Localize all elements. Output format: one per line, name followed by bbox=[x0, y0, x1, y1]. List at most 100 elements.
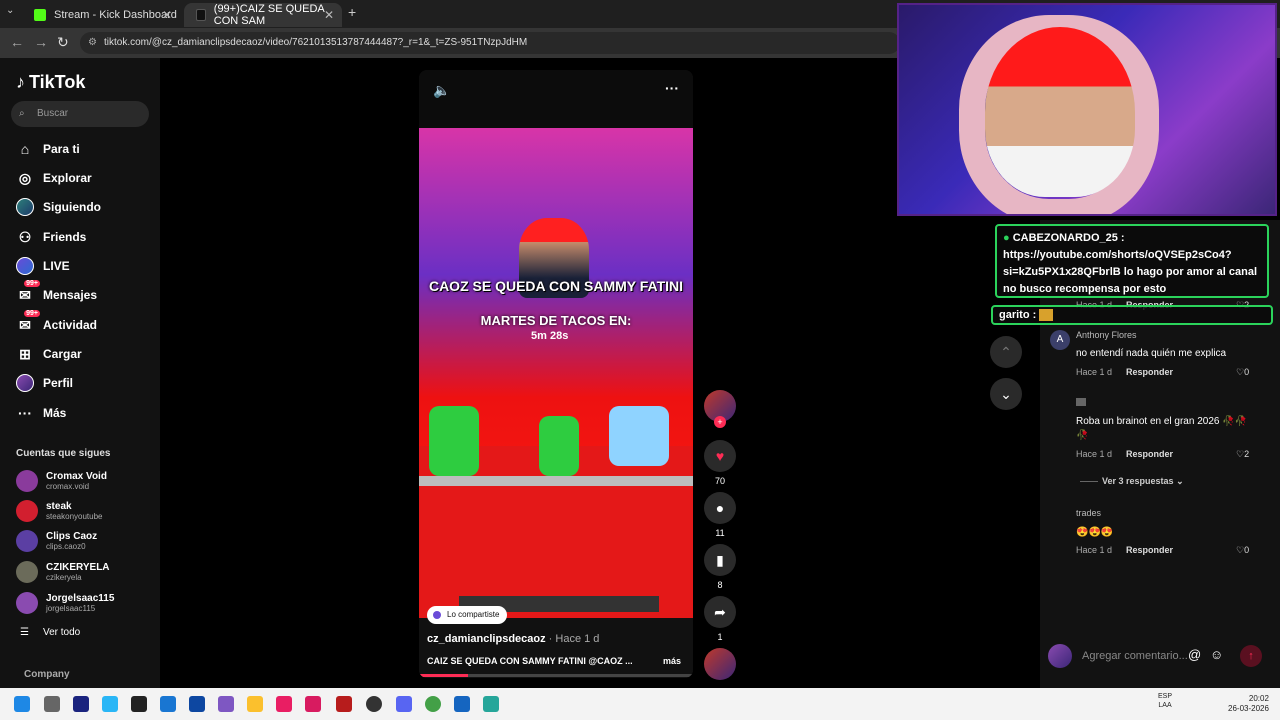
next-video-button[interactable]: ⌄ bbox=[990, 378, 1022, 410]
comment-like-count[interactable]: ♡0 bbox=[1236, 545, 1249, 556]
following-account[interactable]: steak steakonyoutube bbox=[16, 498, 103, 524]
nav-mas[interactable]: ··· Más bbox=[16, 403, 66, 423]
app-icon[interactable] bbox=[336, 696, 352, 712]
emoji-icon[interactable]: ☺ bbox=[1210, 647, 1223, 662]
windows-start-icon[interactable] bbox=[14, 696, 30, 712]
video-author[interactable]: cz_damianclipsdecaoz · Hace 1 d bbox=[427, 633, 599, 645]
follow-plus-icon[interactable]: + bbox=[714, 416, 726, 428]
activity-icon: ✉ 99+ bbox=[19, 310, 40, 333]
comment-text: no entendí nada quién me explica bbox=[1076, 348, 1227, 359]
nav-para-ti[interactable]: ⌂ Para ti bbox=[16, 139, 80, 159]
tab-kick-dashboard[interactable]: Stream - Kick Dashboard ✕ bbox=[22, 3, 180, 27]
back-icon[interactable]: ← bbox=[10, 34, 24, 50]
following-avatar-icon bbox=[16, 198, 34, 216]
url-text: tiktok.com/@cz_damianclipsdecaoz/video/7… bbox=[104, 37, 528, 48]
company-link[interactable]: Company bbox=[24, 669, 70, 680]
previous-video-button[interactable]: ⌃ bbox=[990, 336, 1022, 368]
tab-tiktok-video[interactable]: (99+)CAIZ SE QUEDA CON SAM ✕ bbox=[184, 3, 342, 27]
nav-live[interactable]: LIVE bbox=[16, 256, 70, 276]
avatar bbox=[16, 470, 38, 492]
comment-icon: ● bbox=[704, 492, 736, 524]
video-progress-bar[interactable] bbox=[419, 674, 693, 677]
discord-icon[interactable] bbox=[396, 696, 412, 712]
app-icon[interactable] bbox=[454, 696, 470, 712]
video-game-timer: 5m 28s bbox=[531, 330, 569, 342]
video-game-scene bbox=[419, 406, 693, 618]
photoshop-icon[interactable] bbox=[189, 696, 205, 712]
comment-author[interactable]: Anthony Flores bbox=[1076, 330, 1137, 340]
like-button[interactable]: ♥ 70 bbox=[704, 440, 736, 486]
video-player[interactable]: 🔈 ··· CAOZ SE QUEDA CON SAMMY FATINI MAR… bbox=[419, 70, 693, 678]
video-frame[interactable]: CAOZ SE QUEDA CON SAMMY FATINI MARTES DE… bbox=[419, 128, 693, 618]
search-icon: ⌕ bbox=[19, 108, 25, 119]
comment-icon bbox=[1076, 398, 1086, 406]
app-icon[interactable] bbox=[160, 696, 176, 712]
following-account[interactable]: Cromax Void cromax.void bbox=[16, 468, 107, 494]
nav-perfil[interactable]: Perfil bbox=[16, 373, 73, 393]
new-tab-button[interactable]: + bbox=[348, 4, 356, 20]
reload-icon[interactable]: ↻ bbox=[57, 34, 69, 51]
app-icon[interactable] bbox=[276, 696, 292, 712]
mouse-icon[interactable] bbox=[44, 696, 60, 712]
following-account[interactable]: Jorgelsaac115 jorgelsaac115 bbox=[16, 590, 114, 616]
search-placeholder: Buscar bbox=[37, 108, 69, 119]
app-icon[interactable] bbox=[102, 696, 118, 712]
following-account[interactable]: Clips Caoz clips.caoz0 bbox=[16, 528, 97, 554]
nav-siguiendo[interactable]: Siguiendo bbox=[16, 197, 101, 217]
app-icon[interactable] bbox=[218, 696, 234, 712]
folder-icon[interactable] bbox=[247, 696, 263, 712]
comment-meta: Hace 1 dResponder bbox=[1076, 545, 1174, 555]
obs-icon[interactable] bbox=[366, 696, 382, 712]
send-comment-button[interactable]: ↑ bbox=[1240, 645, 1262, 667]
nav-explorar[interactable]: ◎ Explorar bbox=[16, 168, 92, 188]
shared-pill[interactable]: Lo compartiste bbox=[427, 606, 508, 624]
chrome-icon[interactable] bbox=[425, 696, 441, 712]
avatar[interactable]: A bbox=[1050, 330, 1070, 350]
search-input[interactable]: ⌕ Buscar bbox=[11, 101, 149, 127]
volume-icon[interactable]: 🔈 bbox=[433, 82, 450, 99]
nav-actividad[interactable]: ✉ 99+ Actividad bbox=[16, 310, 97, 335]
reply-button[interactable]: Responder bbox=[1126, 449, 1173, 459]
nav-cargar[interactable]: ⊞ Cargar bbox=[16, 344, 82, 364]
save-button[interactable]: ▮ 8 bbox=[704, 544, 736, 590]
share-count: 1 bbox=[717, 632, 723, 642]
video-description: CAIZ SE QUEDA CON SAMMY FATINI @CAOZ ... bbox=[427, 656, 633, 666]
forward-icon[interactable]: → bbox=[34, 34, 48, 50]
sound-avatar-button[interactable] bbox=[704, 648, 736, 680]
epic-games-icon[interactable] bbox=[131, 696, 147, 712]
tab-title: Stream - Kick Dashboard bbox=[54, 9, 177, 21]
clock[interactable]: 20:02 26-03-2026 bbox=[1228, 694, 1269, 714]
creator-avatar-button[interactable]: + bbox=[704, 390, 736, 428]
view-replies-button[interactable]: Ver 3 respuestas ⌄ bbox=[1080, 476, 1184, 487]
tab-search-icon[interactable]: ⌄ bbox=[6, 5, 14, 16]
close-tab-icon[interactable]: ✕ bbox=[162, 8, 172, 22]
share-button[interactable]: ➦ 1 bbox=[704, 596, 736, 642]
chat-username: garito : bbox=[999, 309, 1037, 321]
bookmark-icon: ▮ bbox=[704, 544, 736, 576]
mention-icon[interactable]: @ bbox=[1188, 647, 1201, 662]
reply-button[interactable]: Responder bbox=[1126, 367, 1173, 377]
see-all-button[interactable]: ☰ Ver todo bbox=[20, 627, 80, 638]
app-icon[interactable] bbox=[483, 696, 499, 712]
app-icon[interactable] bbox=[305, 696, 321, 712]
comment-like-count[interactable]: ♡0 bbox=[1236, 367, 1249, 378]
address-bar[interactable]: ⚙ tiktok.com/@cz_damianclipsdecaoz/video… bbox=[80, 32, 900, 54]
tiktok-logo[interactable]: ♪ TikTok bbox=[16, 72, 85, 93]
windows-taskbar: ESP LAA 20:02 26-03-2026 bbox=[0, 688, 1280, 720]
activity-badge: 99+ bbox=[24, 310, 40, 317]
comment-author[interactable]: trades bbox=[1076, 508, 1101, 518]
live-icon bbox=[16, 257, 34, 275]
nav-mensajes[interactable]: ✉ 99+ Mensajes bbox=[16, 280, 97, 305]
site-info-icon[interactable]: ⚙ bbox=[88, 32, 97, 54]
comment-like-count[interactable]: ♡2 bbox=[1236, 449, 1249, 460]
more-description-button[interactable]: más bbox=[663, 656, 681, 666]
app-icon[interactable] bbox=[73, 696, 89, 712]
close-tab-icon[interactable]: ✕ bbox=[324, 8, 334, 22]
nav-friends[interactable]: ⚇ Friends bbox=[16, 227, 87, 247]
reply-button[interactable]: Responder bbox=[1126, 545, 1173, 555]
following-account[interactable]: CZIKERYELA czikeryela bbox=[16, 559, 110, 585]
language-indicator[interactable]: ESP LAA bbox=[1158, 692, 1172, 710]
more-options-icon[interactable]: ··· bbox=[665, 80, 679, 96]
comment-button[interactable]: ● 11 bbox=[704, 492, 736, 538]
add-comment-input[interactable]: Agregar comentario... bbox=[1076, 645, 1230, 667]
